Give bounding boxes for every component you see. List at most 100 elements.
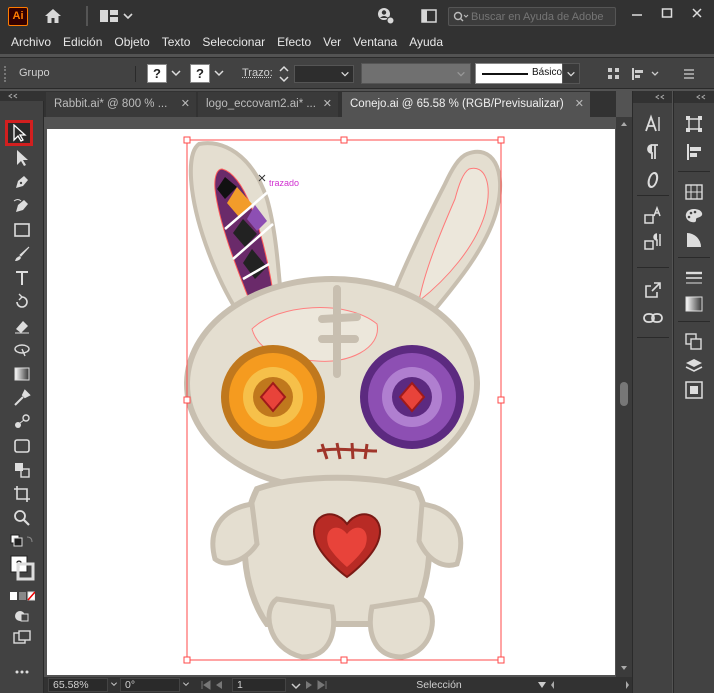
glyphs-panel-icon[interactable] bbox=[641, 205, 665, 227]
home-icon[interactable] bbox=[42, 6, 64, 26]
rectangle-tool[interactable] bbox=[9, 219, 35, 241]
status-menu-icon[interactable] bbox=[536, 680, 548, 690]
appearance-panel-icon[interactable] bbox=[682, 331, 706, 353]
collapse-icon[interactable] bbox=[655, 94, 667, 100]
zoom-tool[interactable] bbox=[9, 507, 35, 529]
search-input[interactable] bbox=[471, 9, 613, 24]
paragraph-styles-icon[interactable] bbox=[641, 231, 665, 253]
help-search[interactable] bbox=[448, 7, 616, 26]
selection-tool[interactable] bbox=[5, 120, 33, 146]
fill-stroke-indicator[interactable]: ? bbox=[9, 553, 35, 583]
stroke-panel-icon[interactable] bbox=[682, 267, 706, 289]
scroll-up-icon[interactable] bbox=[620, 121, 628, 127]
menu-edicion[interactable]: Edición bbox=[57, 32, 108, 54]
zoom-field[interactable]: 65.58% bbox=[48, 678, 108, 692]
rotate-tool[interactable] bbox=[9, 291, 35, 313]
first-artboard-icon[interactable] bbox=[200, 680, 228, 690]
horizontal-scrollbar[interactable] bbox=[550, 680, 630, 690]
type-tool[interactable] bbox=[9, 267, 35, 289]
tab-rabbit[interactable]: Rabbit.ai* @ 800 % ... ✕ bbox=[46, 92, 196, 117]
stroke-stepper-icon[interactable] bbox=[278, 64, 290, 84]
layers-panel-icon[interactable] bbox=[682, 355, 706, 377]
direct-selection-tool[interactable] bbox=[9, 147, 35, 169]
tab-logo-eccovam[interactable]: logo_eccovam2.ai* ... ✕ bbox=[198, 92, 338, 117]
stroke-weight-input[interactable] bbox=[294, 65, 354, 83]
menu-ayuda[interactable]: Ayuda bbox=[403, 32, 449, 54]
stroke-label[interactable]: Trazo: bbox=[242, 67, 273, 79]
curvature-tool[interactable] bbox=[9, 195, 35, 217]
pen-tool[interactable] bbox=[9, 171, 35, 193]
menu-efecto[interactable]: Efecto bbox=[271, 32, 317, 54]
menu-objeto[interactable]: Objeto bbox=[108, 32, 155, 54]
vertical-scrollbar[interactable] bbox=[616, 117, 632, 677]
menu-seleccionar[interactable]: Seleccionar bbox=[196, 32, 271, 54]
tab-conejo[interactable]: Conejo.ai @ 65.58 % (RGB/Previsualizar) … bbox=[342, 92, 590, 117]
stroke-dropdown-icon[interactable] bbox=[213, 67, 225, 79]
chevron-down-icon[interactable] bbox=[110, 680, 118, 688]
artboards-panel-icon[interactable] bbox=[682, 379, 706, 401]
align-panel-icon[interactable] bbox=[682, 141, 706, 163]
canvas-area[interactable]: trazado bbox=[44, 117, 616, 677]
control-bar-grip[interactable] bbox=[4, 66, 6, 82]
color-mode-icons[interactable] bbox=[9, 585, 35, 607]
chevron-down-icon[interactable] bbox=[340, 69, 350, 79]
menu-texto[interactable]: Texto bbox=[156, 32, 197, 54]
chevron-down-icon[interactable] bbox=[182, 680, 190, 688]
minimize-icon[interactable] bbox=[624, 0, 650, 26]
next-artboard-icon[interactable] bbox=[290, 680, 330, 690]
color-guide-icon[interactable] bbox=[682, 229, 706, 251]
stroke-swatch[interactable]: ? bbox=[190, 64, 210, 83]
screen-mode-icon[interactable] bbox=[9, 627, 35, 649]
crop-tool[interactable] bbox=[9, 483, 35, 505]
gradient-panel-icon[interactable] bbox=[682, 293, 706, 315]
collapse-icon[interactable] bbox=[8, 93, 20, 99]
variable-width-profile[interactable] bbox=[361, 63, 471, 84]
menu-ventana[interactable]: Ventana bbox=[347, 32, 403, 54]
artboard[interactable]: trazado bbox=[47, 129, 615, 675]
width-tool[interactable] bbox=[9, 339, 35, 361]
artboard-tool[interactable] bbox=[9, 435, 35, 457]
drawing-mode-icon[interactable] bbox=[9, 605, 35, 627]
user-account-icon[interactable] bbox=[374, 6, 396, 26]
eraser-tool[interactable] bbox=[9, 315, 35, 337]
scroll-down-icon[interactable] bbox=[620, 665, 628, 671]
export-panel-icon[interactable] bbox=[641, 279, 665, 301]
chevron-down-icon[interactable] bbox=[456, 69, 466, 79]
panel-divider bbox=[678, 321, 710, 322]
scroll-thumb[interactable] bbox=[620, 382, 628, 406]
more-tools-icon[interactable] bbox=[9, 661, 35, 683]
fill-dropdown-icon[interactable] bbox=[170, 67, 182, 79]
gradient-tool[interactable] bbox=[9, 363, 35, 385]
menu-archivo[interactable]: Archivo bbox=[5, 32, 57, 54]
menu-ver[interactable]: Ver bbox=[317, 32, 347, 54]
swap-fill-stroke-icon[interactable] bbox=[9, 531, 35, 553]
transform-panel-icon[interactable] bbox=[682, 113, 706, 135]
links-panel-icon[interactable] bbox=[641, 307, 665, 329]
maximize-icon[interactable] bbox=[654, 0, 680, 26]
close-tab-icon[interactable]: ✕ bbox=[575, 92, 584, 116]
bunny-artwork[interactable] bbox=[47, 129, 615, 675]
color-panel-icon[interactable] bbox=[682, 205, 706, 227]
close-icon[interactable] bbox=[684, 0, 710, 26]
fill-swatch[interactable]: ? bbox=[147, 64, 167, 83]
eyedropper-tool[interactable] bbox=[9, 387, 35, 409]
workspace-switcher-icon[interactable] bbox=[98, 6, 134, 26]
character-panel-icon[interactable] bbox=[641, 113, 665, 135]
arrange-documents-icon[interactable] bbox=[418, 6, 440, 26]
brush-dropdown[interactable] bbox=[562, 63, 580, 84]
paintbrush-tool[interactable] bbox=[9, 243, 35, 265]
collapse-icon[interactable] bbox=[696, 94, 708, 100]
close-tab-icon[interactable]: ✕ bbox=[323, 92, 332, 116]
artboard-navigator[interactable]: 1 bbox=[232, 678, 286, 692]
swatches-panel-icon[interactable] bbox=[682, 181, 706, 203]
panel-divider bbox=[637, 267, 669, 268]
blend-tool[interactable] bbox=[9, 411, 35, 433]
align-options-icon[interactable] bbox=[630, 66, 664, 82]
grid-align-icon[interactable] bbox=[606, 66, 622, 82]
paragraph-panel-icon[interactable] bbox=[641, 141, 665, 163]
opentype-panel-icon[interactable] bbox=[641, 169, 665, 191]
close-tab-icon[interactable]: ✕ bbox=[181, 92, 190, 116]
control-menu-icon[interactable] bbox=[682, 67, 696, 81]
rotation-field[interactable]: 0° bbox=[120, 678, 180, 692]
shape-builder-tool[interactable] bbox=[9, 459, 35, 481]
